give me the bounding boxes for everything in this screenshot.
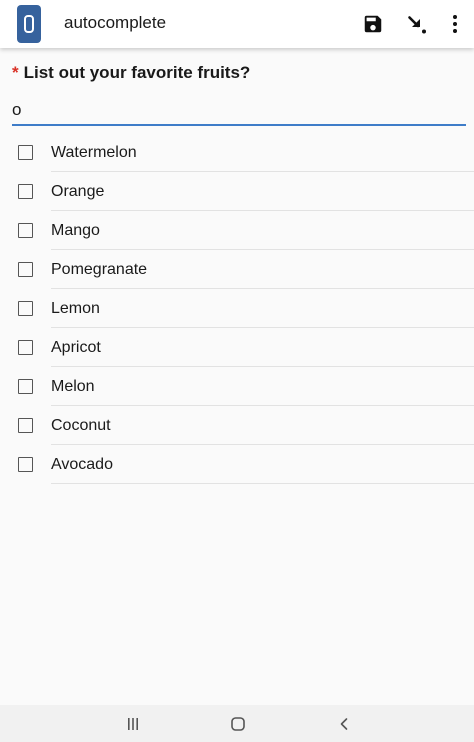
- recents-icon: [128, 718, 138, 730]
- checkbox[interactable]: [18, 262, 33, 277]
- app-title: autocomplete: [64, 13, 167, 32]
- back-button[interactable]: [333, 713, 355, 735]
- home-icon: [231, 717, 245, 731]
- save-icon: [364, 15, 382, 33]
- home-button[interactable]: [227, 713, 249, 735]
- more-vert-icon: [453, 15, 457, 33]
- option-item[interactable]: Coconut: [0, 406, 474, 445]
- divider: [51, 483, 474, 484]
- download-button[interactable]: [403, 10, 431, 38]
- checkbox[interactable]: [18, 340, 33, 355]
- question-label: * List out your favorite fruits?: [12, 63, 250, 83]
- save-button[interactable]: [359, 10, 387, 38]
- system-nav-bar: [0, 705, 474, 742]
- option-item[interactable]: Apricot: [0, 328, 474, 367]
- checkbox[interactable]: [18, 418, 33, 433]
- option-label: Pomegranate: [51, 261, 148, 278]
- option-item[interactable]: Pomegranate: [0, 250, 474, 289]
- checkbox[interactable]: [18, 379, 33, 394]
- option-item[interactable]: Watermelon: [0, 133, 474, 172]
- option-label: Apricot: [51, 339, 101, 356]
- more-options-button[interactable]: [441, 10, 469, 38]
- arrow-down-right-icon: [408, 16, 426, 34]
- option-item[interactable]: Lemon: [0, 289, 474, 328]
- screen: autocomplete * List out your favorite fru…: [0, 0, 474, 742]
- back-icon: [340, 718, 348, 730]
- checkbox[interactable]: [18, 457, 33, 472]
- option-label: Mango: [51, 222, 100, 239]
- option-item[interactable]: Avocado: [0, 445, 474, 484]
- options-list: Watermelon Orange Mango Pomegranate Lemo…: [0, 133, 474, 484]
- option-label: Lemon: [51, 300, 100, 317]
- recents-button[interactable]: [122, 713, 144, 735]
- app-bar: autocomplete: [0, 0, 474, 48]
- option-label: Watermelon: [51, 144, 137, 161]
- option-label: Orange: [51, 183, 105, 200]
- question-text: List out your favorite fruits?: [23, 63, 251, 82]
- app-logo-icon: [17, 5, 41, 43]
- option-item[interactable]: Orange: [0, 172, 474, 211]
- checkbox[interactable]: [18, 223, 33, 238]
- checkbox[interactable]: [18, 301, 33, 316]
- option-item[interactable]: Melon: [0, 367, 474, 406]
- checkbox[interactable]: [18, 145, 33, 160]
- checkbox[interactable]: [18, 184, 33, 199]
- option-label: Melon: [51, 378, 95, 395]
- required-marker: *: [12, 63, 19, 82]
- autocomplete-input[interactable]: [12, 98, 466, 126]
- option-label: Avocado: [51, 456, 113, 473]
- option-label: Coconut: [51, 417, 111, 434]
- option-item[interactable]: Mango: [0, 211, 474, 250]
